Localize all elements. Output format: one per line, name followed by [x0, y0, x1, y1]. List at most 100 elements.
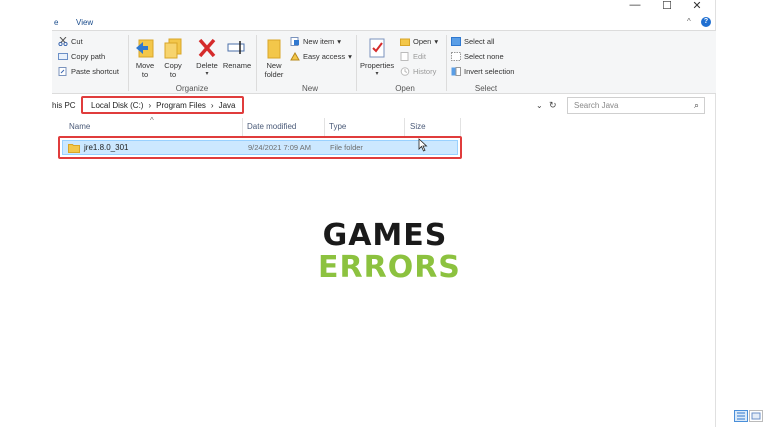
copy-to-label: Copy to — [164, 61, 182, 79]
search-icon[interactable]: ⌕ — [694, 100, 699, 111]
select-group-label: Select — [474, 84, 498, 93]
breadcrumb-this-pc[interactable]: his PC — [52, 101, 76, 110]
select-none-button[interactable]: Select none — [451, 52, 504, 61]
ribbon-separator — [356, 35, 357, 91]
invert-selection-label: Invert selection — [464, 67, 515, 76]
breadcrumb[interactable]: Local Disk (C:) › Program Files › Java — [81, 96, 244, 114]
new-folder-label: New folder — [264, 61, 284, 79]
rename-icon — [227, 37, 247, 59]
new-item-icon — [290, 37, 300, 46]
menu-tab-partial[interactable]: e — [54, 18, 58, 27]
menu-bar: e View — ☐ ✕ ^ ? — [52, 0, 716, 30]
breadcrumb-separator-icon: › — [148, 100, 152, 110]
ribbon-separator — [446, 35, 447, 91]
column-separator[interactable] — [404, 118, 405, 136]
ribbon-separator — [128, 35, 129, 91]
column-header-type[interactable]: Type — [329, 122, 346, 131]
easy-access-icon — [290, 51, 300, 61]
organize-group-label: Organize — [175, 84, 209, 93]
large-icons-view-button[interactable] — [749, 410, 763, 422]
ribbon-collapse-chevron-icon[interactable]: ^ — [687, 17, 691, 26]
file-date-modified: 9/24/2021 7:09 AM — [248, 143, 311, 152]
address-history-dropdown-icon[interactable]: ⌄ — [536, 101, 543, 110]
file-name[interactable]: jre1.8.0_301 — [84, 143, 128, 152]
edit-button[interactable]: Edit — [400, 52, 426, 61]
properties-button[interactable]: Properties ▾ — [360, 37, 394, 77]
delete-x-icon — [197, 37, 217, 59]
search-input[interactable]: Search Java ⌕ — [567, 97, 705, 114]
column-header-size[interactable]: Size — [410, 122, 426, 131]
easy-access-dropdown-icon: ▾ — [348, 52, 352, 61]
column-header-date-modified[interactable]: Date modified — [247, 122, 296, 131]
column-separator[interactable] — [242, 118, 243, 136]
address-bar: his PC Local Disk (C:) › Program Files ›… — [52, 96, 716, 116]
history-icon — [400, 67, 410, 76]
copy-path-button[interactable]: Copy path — [58, 52, 105, 61]
menu-tab-view[interactable]: View — [76, 18, 93, 27]
move-to-icon — [135, 37, 155, 59]
open-dropdown-icon: ▾ — [434, 37, 439, 46]
close-button[interactable]: ✕ — [682, 0, 712, 12]
maximize-button[interactable]: ☐ — [652, 0, 682, 12]
column-separator[interactable] — [460, 118, 461, 136]
new-item-button[interactable]: New item ▾ — [290, 37, 341, 46]
open-label: Open — [413, 37, 432, 46]
copy-path-icon — [58, 52, 68, 61]
cut-label: Cut — [71, 37, 83, 46]
open-button[interactable]: Open ▾ — [400, 37, 438, 46]
watermark-logo-line1: GAMES — [322, 218, 448, 253]
file-type: File folder — [330, 143, 363, 152]
invert-selection-icon — [451, 67, 461, 76]
refresh-icon[interactable]: ↻ — [549, 100, 557, 111]
delete-label: Delete — [196, 61, 218, 70]
easy-access-label: Easy access — [303, 52, 346, 61]
breadcrumb-local-disk[interactable]: Local Disk (C:) — [91, 101, 143, 110]
properties-icon — [367, 37, 387, 59]
select-none-icon — [451, 52, 461, 61]
delete-dropdown-icon[interactable]: ▾ — [192, 70, 222, 77]
history-button[interactable]: History — [400, 67, 436, 76]
scissors-icon — [58, 36, 68, 47]
column-header-name[interactable]: Name — [69, 122, 90, 131]
invert-selection-button[interactable]: Invert selection — [451, 67, 514, 76]
new-group-label: New — [301, 84, 318, 93]
move-to-button[interactable]: Move to — [132, 37, 158, 79]
select-all-button[interactable]: Select all — [451, 37, 494, 46]
breadcrumb-separator-icon: › — [210, 100, 214, 110]
new-folder-button[interactable]: New folder — [260, 37, 288, 79]
easy-access-button[interactable]: Easy access ▾ — [290, 51, 352, 61]
new-item-dropdown-icon: ▾ — [337, 37, 342, 46]
file-explorer-window: e View — ☐ ✕ ^ ? Cut Copy path Paste sho… — [52, 0, 763, 427]
edit-label: Edit — [413, 52, 426, 61]
breadcrumb-program-files[interactable]: Program Files — [156, 101, 206, 110]
move-to-label: Move to — [135, 61, 155, 79]
paste-shortcut-label: Paste shortcut — [71, 67, 119, 76]
breadcrumb-java[interactable]: Java — [219, 101, 236, 110]
cut-button[interactable]: Cut — [58, 36, 83, 47]
details-view-button[interactable] — [734, 410, 748, 422]
properties-dropdown-icon[interactable]: ▾ — [360, 70, 394, 77]
mouse-cursor-icon — [418, 138, 428, 152]
rename-button[interactable]: Rename — [222, 37, 252, 70]
ribbon-separator — [256, 35, 257, 91]
minimize-button[interactable]: — — [620, 0, 650, 11]
copy-to-button[interactable]: Copy to — [160, 37, 186, 79]
properties-label: Properties — [360, 61, 395, 70]
new-folder-icon — [264, 37, 284, 59]
select-all-icon — [451, 37, 461, 46]
help-icon[interactable]: ? — [701, 17, 711, 27]
copy-path-label: Copy path — [71, 52, 106, 61]
sort-ascending-icon: ^ — [150, 116, 154, 125]
table-row[interactable]: jre1.8.0_301 9/24/2021 7:09 AM File fold… — [62, 140, 458, 155]
search-placeholder: Search Java — [574, 101, 619, 110]
watermark-logo-line2: ERRORS — [318, 250, 461, 285]
history-label: History — [413, 67, 437, 76]
open-folder-icon — [400, 37, 410, 46]
column-separator[interactable] — [324, 118, 325, 136]
select-none-label: Select none — [464, 52, 504, 61]
select-all-label: Select all — [464, 37, 495, 46]
paste-shortcut-icon — [58, 67, 68, 76]
paste-shortcut-button[interactable]: Paste shortcut — [58, 67, 119, 76]
new-item-label: New item — [303, 37, 335, 46]
delete-button[interactable]: Delete ▾ — [192, 37, 222, 77]
